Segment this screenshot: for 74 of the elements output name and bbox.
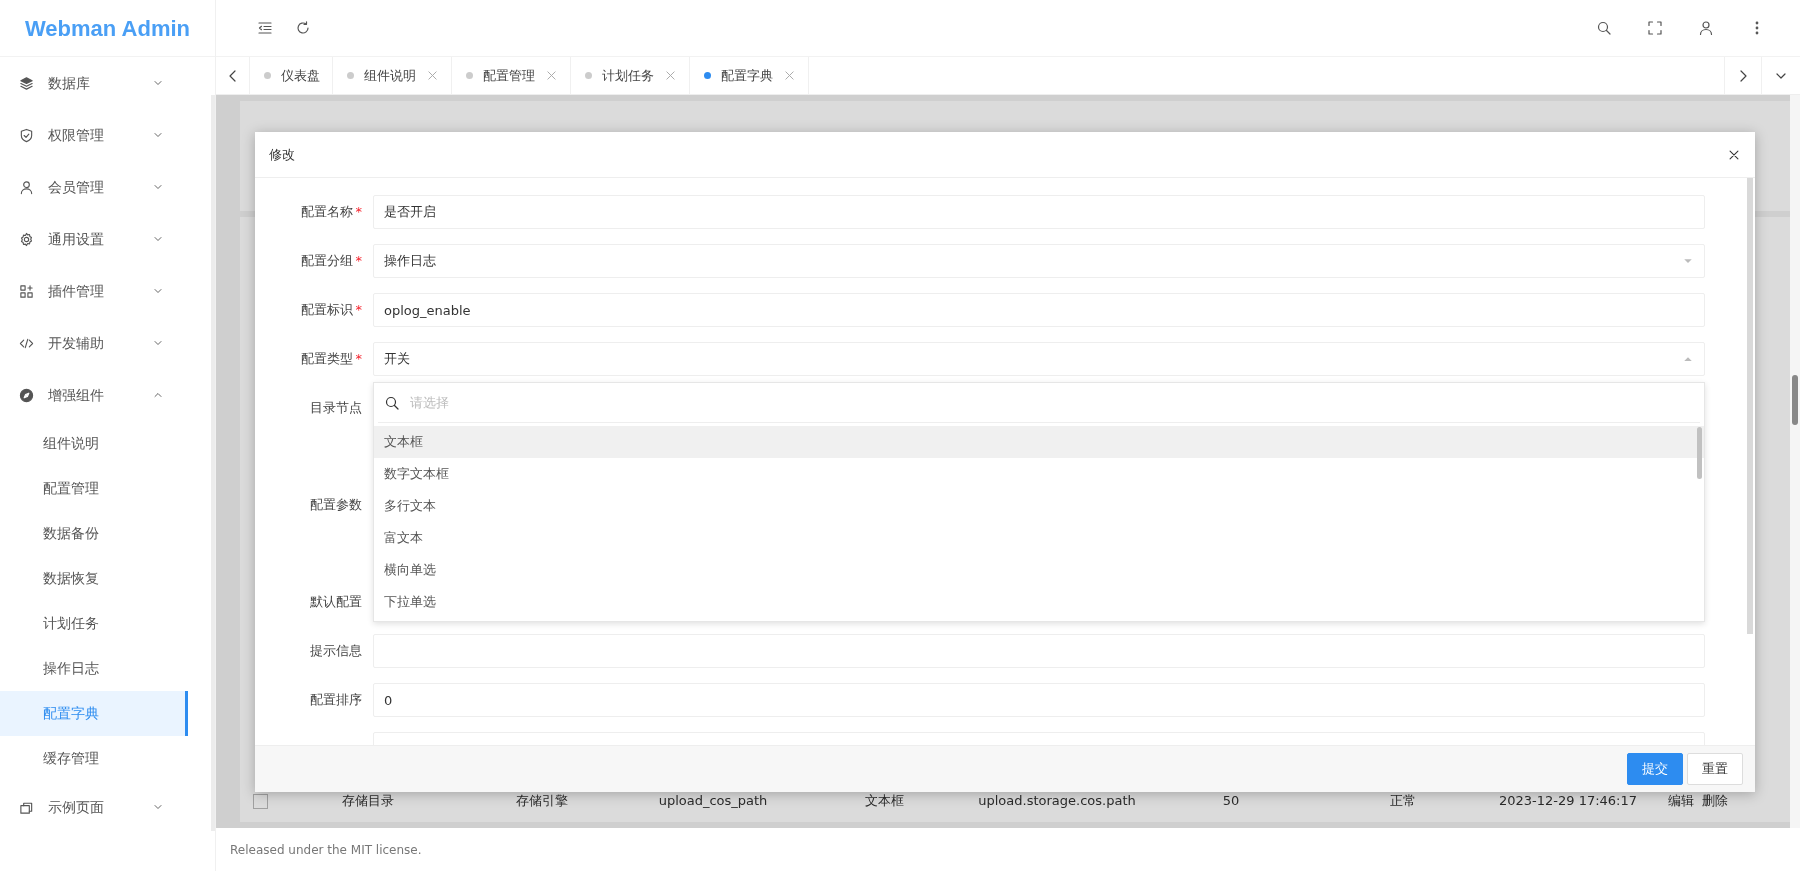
dialog-scrollbar-thumb[interactable] [1747, 178, 1753, 634]
input-field[interactable]: 0 [373, 683, 1705, 717]
table-cell-text: 存储目录 [341, 792, 395, 811]
input-field[interactable]: 是否开启 [373, 195, 1705, 229]
grid-plus-icon [19, 283, 34, 299]
sidebar-item[interactable]: 示例页面 [0, 781, 188, 833]
compass-icon [19, 387, 34, 403]
shield-icon [19, 127, 34, 143]
table-cell-text: 正常 [1389, 792, 1417, 811]
page-tab[interactable]: 组件说明 [333, 57, 452, 94]
dropdown-option[interactable]: 数字文本框 [374, 458, 1704, 490]
row-action-link[interactable]: 编辑 [1668, 791, 1694, 811]
select-field[interactable]: 操作日志 [373, 244, 1705, 278]
sidebar-item[interactable]: 开发辅助 [0, 317, 188, 369]
input-field[interactable]: oplog_enable [373, 293, 1705, 327]
sidebar-subitem[interactable]: 缓存管理 [0, 736, 188, 781]
field-label: 默认配置 [310, 594, 362, 610]
menu-fold-icon[interactable] [257, 20, 273, 36]
app-logo: Webman Admin [0, 0, 215, 57]
sidebar-subitem[interactable]: 计划任务 [0, 601, 188, 646]
select-field[interactable]: 开关 [373, 342, 1705, 376]
required-mark: * [355, 253, 362, 269]
page-tab[interactable]: 仪表盘 [250, 57, 333, 94]
dialog-title: 修改 [269, 145, 295, 164]
field-label: 配置分组 [300, 253, 353, 269]
field-label: 提示信息 [310, 643, 362, 659]
table-cell-text: 文本框 [863, 792, 905, 811]
sidebar-item[interactable]: 会员管理 [0, 161, 188, 213]
field-label: 配置类型 [300, 351, 353, 367]
row-checkbox[interactable] [253, 793, 268, 809]
list-scrollbar-thumb[interactable] [1697, 427, 1702, 479]
dropdown-option[interactable]: 横向单选 [374, 554, 1704, 586]
search-icon [384, 394, 400, 411]
sidebar-item[interactable]: 权限管理 [0, 109, 188, 161]
dropdown-option[interactable]: 文本框 [374, 426, 1704, 458]
required-mark: * [355, 302, 362, 318]
page-tab[interactable]: 计划任务 [571, 57, 690, 94]
row-action-link[interactable]: 删除 [1702, 791, 1728, 811]
sidebar-subitem[interactable]: 组件说明 [0, 421, 188, 466]
page-tab[interactable]: 配置字典 [690, 57, 809, 94]
user-icon[interactable] [1698, 20, 1714, 36]
sidebar-item[interactable]: 通用设置 [0, 213, 188, 265]
sidebar-item[interactable]: 增强组件 [0, 369, 188, 421]
scrollbar-thumb[interactable] [1792, 375, 1798, 425]
dialog-button[interactable]: 重置 [1687, 753, 1743, 785]
footer-text: Released under the MIT license. [229, 841, 423, 859]
field-label: 配置标识 [300, 302, 353, 318]
sidebar-subitem[interactable]: 数据备份 [0, 511, 188, 556]
sidebar-subitem[interactable]: 配置管理 [0, 466, 188, 511]
refresh-icon[interactable] [295, 20, 311, 36]
table-cell-text: 存储引擎 [515, 792, 569, 811]
gear-icon [19, 231, 34, 247]
field-label: 目录节点 [310, 400, 362, 416]
sidebar-item[interactable]: 插件管理 [0, 265, 188, 317]
sidebar-subitem[interactable]: 数据恢复 [0, 556, 188, 601]
table-cell-text: 50 [1221, 792, 1241, 811]
fullscreen-icon[interactable] [1647, 20, 1663, 36]
sidebar-subitem[interactable]: 操作日志 [0, 646, 188, 691]
field-label: 配置名称 [300, 204, 353, 220]
search-icon[interactable] [1596, 20, 1612, 36]
dropdown-option[interactable]: 下拉单选 [374, 586, 1704, 618]
page-tab[interactable]: 配置管理 [452, 57, 571, 94]
layers-icon [19, 75, 34, 91]
table-cell-text: 2023-12-29 17:46:17 [1497, 792, 1639, 811]
user-icon [19, 179, 34, 195]
table-cell-text: upload.storage.cos.path [977, 792, 1137, 811]
field-label: 配置参数 [310, 497, 362, 513]
required-mark: * [355, 204, 362, 220]
required-mark: * [355, 351, 362, 367]
field-label: 配置排序 [310, 692, 362, 708]
table-cell-text: upload_cos_path [657, 792, 769, 811]
dropdown-option[interactable]: 富文本 [374, 522, 1704, 554]
sidebar-item[interactable]: 数据库 [0, 57, 188, 109]
dropdown-option[interactable]: 多行文本 [374, 490, 1704, 522]
